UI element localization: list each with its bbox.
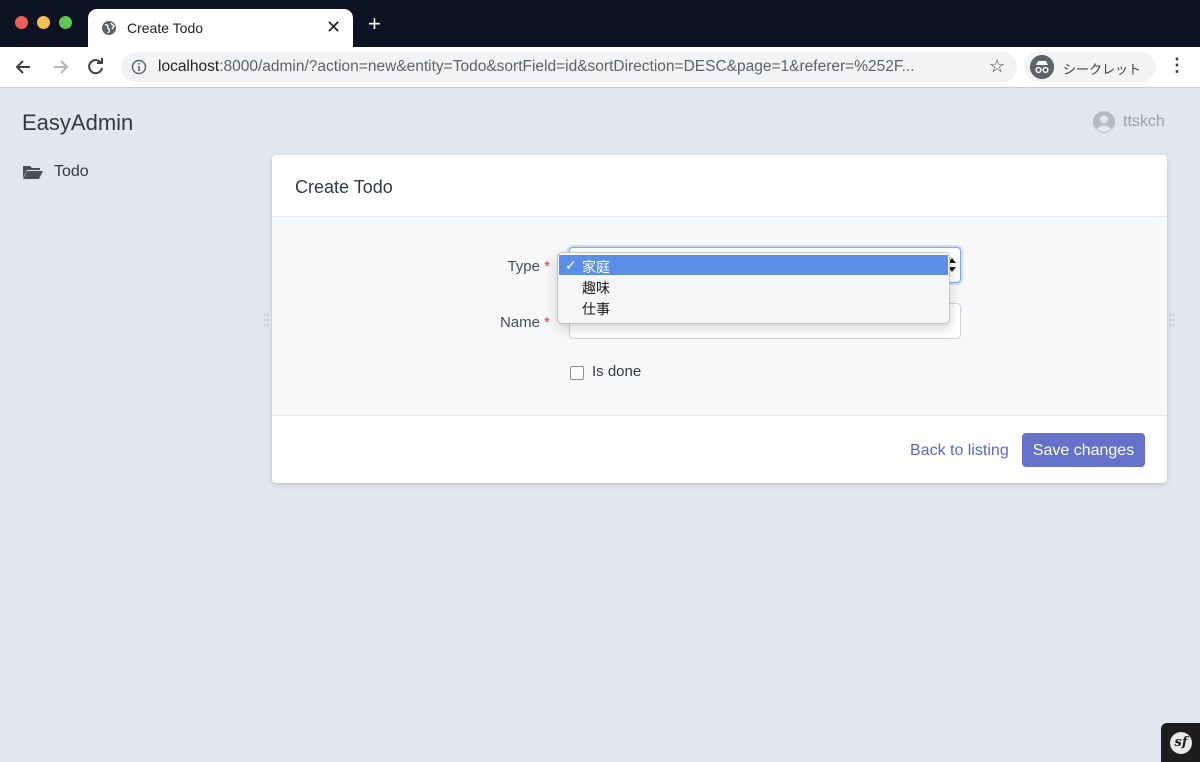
- incognito-icon: [1030, 55, 1054, 79]
- is-done-checkbox[interactable]: [570, 366, 584, 380]
- browser-menu-icon[interactable]: ⋮: [1168, 55, 1186, 76]
- address-bar[interactable]: localhost:8000/admin/?action=new&entity=…: [121, 52, 1017, 82]
- url-path: :8000/admin/?action=new&entity=Todo&sort…: [219, 58, 915, 75]
- resize-grip-left-icon[interactable]: [263, 313, 269, 327]
- page-title: Create Todo: [295, 177, 393, 197]
- browser-tab-bar: Create Todo ✕ +: [0, 0, 1200, 47]
- user-avatar-icon: [1093, 111, 1115, 133]
- profile-label: シークレット: [1063, 62, 1142, 77]
- required-marker: *: [544, 258, 550, 275]
- dropdown-option[interactable]: 仕事: [559, 297, 948, 317]
- site-info-icon[interactable]: [131, 59, 147, 75]
- name-label-text: Name: [499, 314, 540, 331]
- app-brand[interactable]: EasyAdmin: [22, 110, 133, 136]
- new-tab-button[interactable]: +: [368, 13, 381, 35]
- user-name: ttskch: [1123, 113, 1165, 130]
- globe-icon: [102, 21, 116, 35]
- option-label: 家庭: [582, 259, 610, 275]
- close-tab-icon[interactable]: ✕: [326, 17, 341, 37]
- save-changes-button[interactable]: Save changes: [1022, 433, 1145, 467]
- window-minimize-control[interactable]: [37, 16, 50, 29]
- type-label-text: Type: [507, 258, 540, 275]
- type-dropdown-list: ✓ 家庭 趣味 仕事: [557, 252, 950, 324]
- browser-toolbar: localhost:8000/admin/?action=new&entity=…: [0, 47, 1200, 88]
- tab-title: Create Todo: [127, 20, 204, 36]
- back-to-listing-link[interactable]: Back to listing: [910, 442, 1009, 460]
- window-close-control[interactable]: [15, 16, 28, 29]
- url-host: localhost: [158, 58, 220, 75]
- resize-grip-right-icon[interactable]: [1169, 313, 1175, 327]
- bookmark-star-icon[interactable]: ☆: [989, 56, 1005, 77]
- sidebar-item-label: Todo: [54, 163, 89, 180]
- card-header: Create Todo: [272, 155, 1167, 217]
- required-marker: *: [544, 314, 550, 331]
- folder-open-icon: [23, 166, 43, 179]
- option-label: 仕事: [582, 301, 610, 317]
- dropdown-option-selected[interactable]: ✓ 家庭: [559, 255, 948, 275]
- symfony-toolbar-toggle[interactable]: sf: [1161, 723, 1200, 762]
- symfony-logo-icon: sf: [1170, 732, 1192, 754]
- is-done-label[interactable]: Is done: [592, 363, 641, 380]
- dropdown-option[interactable]: 趣味: [559, 276, 948, 296]
- name-label: Name *: [430, 314, 550, 331]
- reload-icon[interactable]: [86, 57, 106, 77]
- back-arrow-icon[interactable]: [14, 57, 34, 77]
- incognito-profile-button[interactable]: シークレット: [1024, 52, 1156, 82]
- option-label: 趣味: [582, 280, 610, 296]
- browser-tab-active[interactable]: Create Todo ✕: [88, 9, 353, 47]
- forward-arrow-icon[interactable]: [50, 57, 70, 77]
- window-zoom-control[interactable]: [59, 16, 72, 29]
- type-label: Type *: [430, 258, 550, 275]
- checkmark-icon: ✓: [565, 257, 577, 273]
- url-text[interactable]: localhost:8000/admin/?action=new&entity=…: [158, 58, 978, 76]
